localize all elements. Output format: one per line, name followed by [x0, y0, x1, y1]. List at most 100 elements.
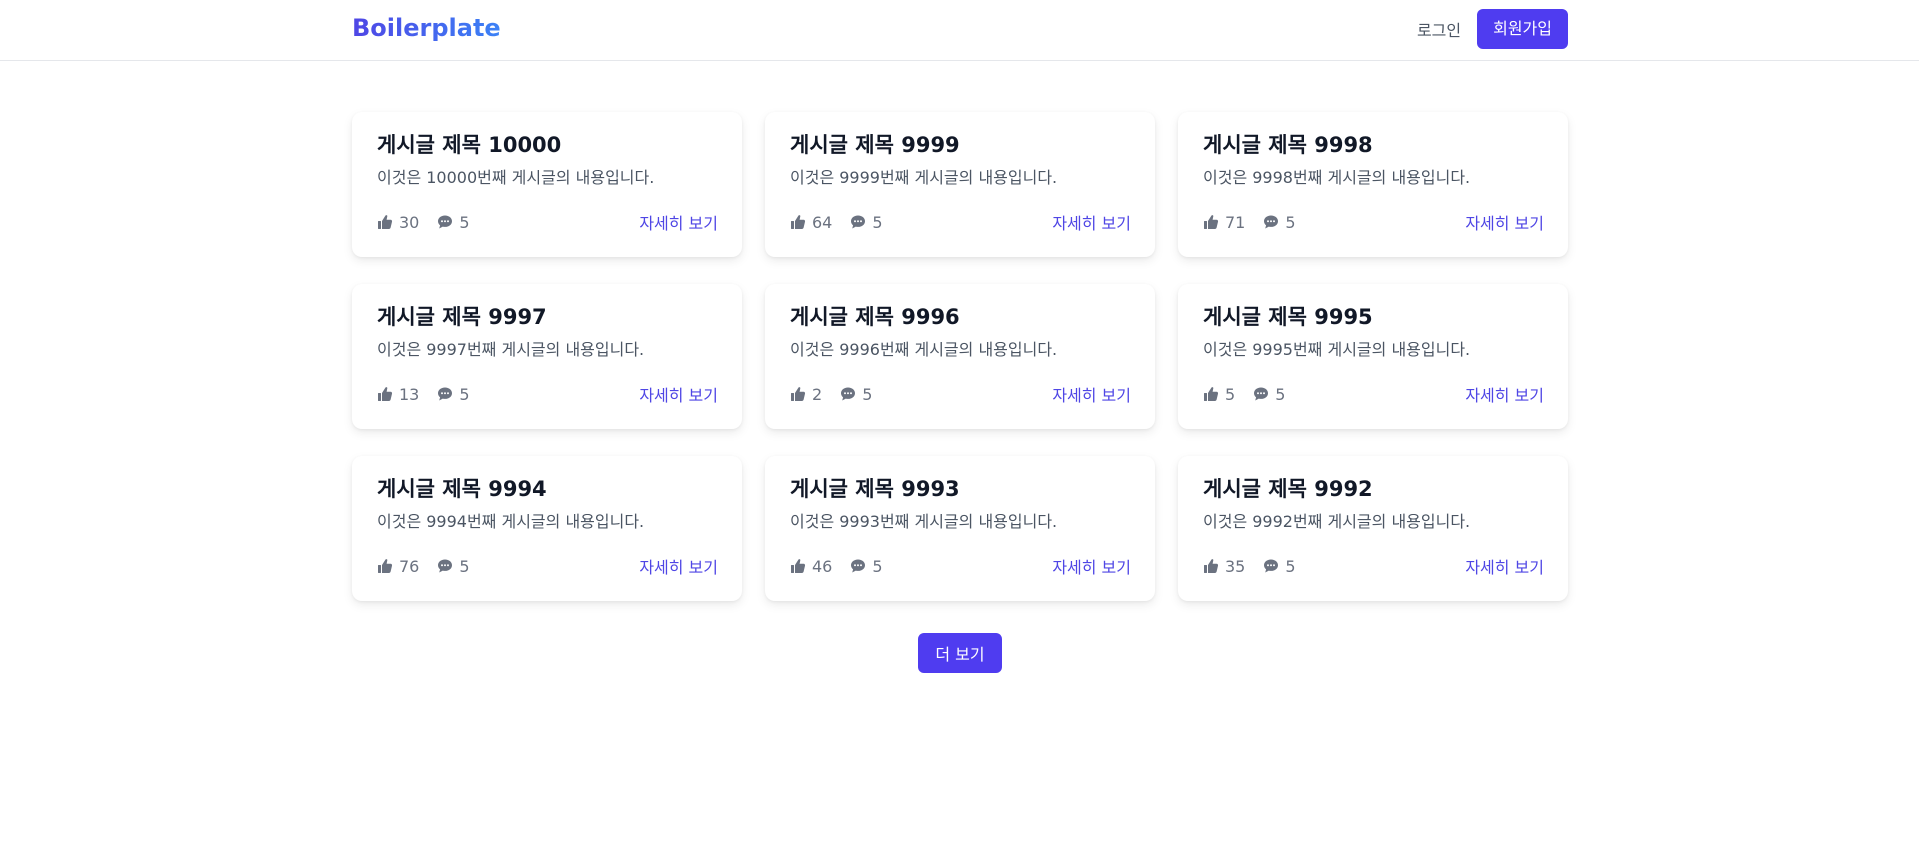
post-stats: 13 5: [377, 385, 470, 404]
post-title: 게시글 제목 10000: [377, 133, 562, 157]
view-details-link[interactable]: 자세히 보기: [639, 382, 718, 406]
post-title: 게시글 제목 9993: [790, 477, 960, 501]
post-stats: 64 5: [790, 213, 883, 232]
comment-count-group[interactable]: 5: [1263, 556, 1296, 576]
like-count-group[interactable]: 76: [377, 557, 419, 576]
like-count: 5: [1225, 384, 1236, 404]
comment-count-group[interactable]: 5: [437, 556, 470, 576]
comment-icon: [1263, 558, 1279, 574]
like-count-group[interactable]: 35: [1203, 557, 1245, 576]
post-footer: 30 5 자세히 보기: [377, 210, 718, 234]
post-excerpt: 이것은 10000번째 게시글의 내용입니다.: [377, 168, 655, 187]
post-stats: 5 5: [1203, 385, 1285, 404]
post-footer: 5 5 자세히 보기: [1203, 382, 1544, 406]
post-excerpt: 이것은 9993번째 게시글의 내용입니다.: [790, 512, 1058, 531]
comment-icon: [850, 558, 866, 574]
like-count-group[interactable]: 64: [790, 213, 832, 232]
like-count: 76: [399, 556, 420, 576]
thumbs-up-icon: [1203, 214, 1219, 230]
comment-count: 5: [459, 384, 470, 404]
post-card: 게시글 제목 9995 이것은 9995번째 게시글의 내용입니다. 5 5 자…: [1178, 284, 1568, 429]
comment-icon: [1253, 386, 1269, 402]
view-details-link[interactable]: 자세히 보기: [639, 210, 718, 234]
post-grid: 게시글 제목 10000 이것은 10000번째 게시글의 내용입니다. 30: [352, 112, 1568, 601]
view-details-link[interactable]: 자세히 보기: [1465, 554, 1544, 578]
thumbs-up-icon: [790, 558, 806, 574]
post-card: 게시글 제목 9997 이것은 9997번째 게시글의 내용입니다. 13 5 …: [352, 284, 742, 429]
comment-count: 5: [1275, 384, 1286, 404]
thumbs-up-icon: [790, 214, 806, 230]
comment-count-group[interactable]: 5: [850, 212, 883, 232]
post-title: 게시글 제목 9997: [377, 305, 547, 329]
post-title: 게시글 제목 9992: [1203, 477, 1373, 501]
post-title: 게시글 제목 9998: [1203, 133, 1373, 157]
brand-logo[interactable]: Boilerplate: [352, 13, 501, 43]
like-count: 71: [1225, 212, 1246, 232]
view-details-link[interactable]: 자세히 보기: [1052, 554, 1131, 578]
like-count-group[interactable]: 30: [377, 213, 419, 232]
comment-count-group[interactable]: 5: [1263, 212, 1296, 232]
post-excerpt: 이것은 9994번째 게시글의 내용입니다.: [377, 512, 645, 531]
post-title: 게시글 제목 9995: [1203, 305, 1373, 329]
post-excerpt: 이것은 9999번째 게시글의 내용입니다.: [790, 168, 1058, 187]
post-card: 게시글 제목 9993 이것은 9993번째 게시글의 내용입니다. 46 5 …: [765, 456, 1155, 601]
post-footer: 46 5 자세히 보기: [790, 554, 1131, 578]
post-footer: 13 5 자세히 보기: [377, 382, 718, 406]
post-stats: 35 5: [1203, 557, 1296, 576]
like-count-group[interactable]: 5: [1203, 385, 1235, 404]
comment-count-group[interactable]: 5: [850, 557, 883, 576]
post-title: 게시글 제목 9996: [790, 305, 960, 329]
post-excerpt: 이것은 9998번째 게시글의 내용입니다.: [1203, 168, 1471, 187]
view-details-link[interactable]: 자세히 보기: [1052, 210, 1131, 234]
comment-count-group[interactable]: 5: [1253, 385, 1285, 404]
comment-icon: [850, 214, 866, 230]
load-more-button[interactable]: 더 보기: [918, 633, 1002, 673]
like-count: 30: [399, 212, 420, 232]
comment-count-group[interactable]: 5: [437, 384, 470, 404]
post-card: 게시글 제목 9996 이것은 9996번째 게시글의 내용입니다. 2 5 자…: [765, 284, 1155, 429]
comment-icon: [840, 386, 856, 402]
post-stats: 2 5: [790, 385, 872, 404]
nav-actions: 로그인 회원가입: [1417, 9, 1568, 49]
like-count: 2: [812, 384, 823, 404]
like-count: 64: [812, 212, 833, 232]
like-count-group[interactable]: 2: [790, 385, 822, 404]
post-stats: 30 5: [377, 213, 470, 232]
post-card: 게시글 제목 9992 이것은 9992번째 게시글의 내용입니다. 35 5 …: [1178, 456, 1568, 601]
comment-count: 5: [1285, 556, 1296, 576]
like-count: 46: [812, 556, 833, 576]
post-card: 게시글 제목 9999 이것은 9999번째 게시글의 내용입니다. 64 5 …: [765, 112, 1155, 257]
view-details-link[interactable]: 자세히 보기: [639, 554, 718, 578]
like-count: 13: [399, 384, 420, 404]
post-footer: 64 5 자세히 보기: [790, 210, 1131, 234]
post-footer: 76 5 자세히 보기: [377, 554, 718, 578]
like-count: 35: [1225, 556, 1246, 576]
post-footer: 71 5 자세히 보기: [1203, 210, 1544, 234]
comment-count: 5: [1285, 212, 1296, 232]
view-details-link[interactable]: 자세히 보기: [1465, 382, 1544, 406]
post-stats: 76 5: [377, 557, 470, 576]
comment-count: 5: [459, 212, 470, 232]
like-count-group[interactable]: 46: [790, 557, 832, 576]
comment-count: 5: [862, 384, 873, 404]
comment-count-group[interactable]: 5: [437, 212, 470, 232]
thumbs-up-icon: [377, 214, 393, 230]
like-count-group[interactable]: 13: [377, 385, 419, 404]
post-excerpt: 이것은 9995번째 게시글의 내용입니다.: [1203, 340, 1471, 359]
post-stats: 71 5: [1203, 213, 1296, 232]
thumbs-up-icon: [1203, 386, 1219, 402]
post-title: 게시글 제목 9994: [377, 477, 547, 501]
post-card: 게시글 제목 10000 이것은 10000번째 게시글의 내용입니다. 30: [352, 112, 742, 257]
comment-count: 5: [459, 556, 470, 576]
login-link[interactable]: 로그인: [1417, 11, 1461, 47]
thumbs-up-icon: [790, 386, 806, 402]
view-details-link[interactable]: 자세히 보기: [1465, 210, 1544, 234]
post-excerpt: 이것은 9997번째 게시글의 내용입니다.: [377, 340, 645, 359]
like-count-group[interactable]: 71: [1203, 213, 1245, 232]
comment-count: 5: [872, 212, 883, 232]
signup-button[interactable]: 회원가입: [1477, 9, 1568, 49]
post-card: 게시글 제목 9998 이것은 9998번째 게시글의 내용입니다. 71 5 …: [1178, 112, 1568, 257]
comment-count-group[interactable]: 5: [840, 385, 872, 404]
comment-icon: [1263, 214, 1279, 230]
view-details-link[interactable]: 자세히 보기: [1052, 382, 1131, 406]
